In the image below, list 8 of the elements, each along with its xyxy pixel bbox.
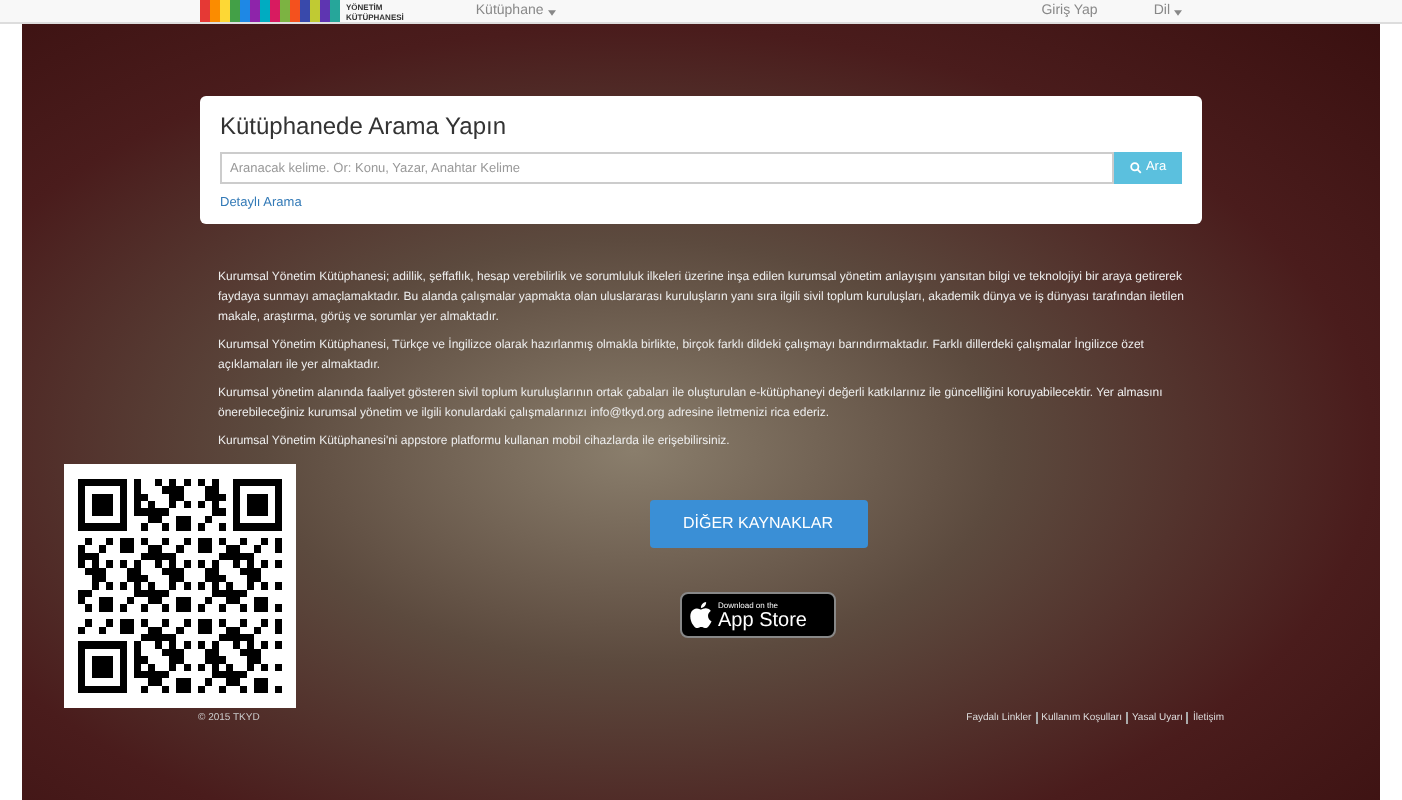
apple-icon [690, 602, 712, 628]
caret-icon [547, 9, 556, 15]
caret-icon [1174, 9, 1182, 15]
other-resources-button[interactable]: DİĞER KAYNAKLAR [649, 500, 867, 548]
search-title: Kütüphanede Arama Yapın [220, 112, 509, 140]
badge-large-text: App Store [718, 609, 807, 631]
logo-stripes-drawing [200, 0, 340, 22]
search-icon [1129, 162, 1142, 174]
